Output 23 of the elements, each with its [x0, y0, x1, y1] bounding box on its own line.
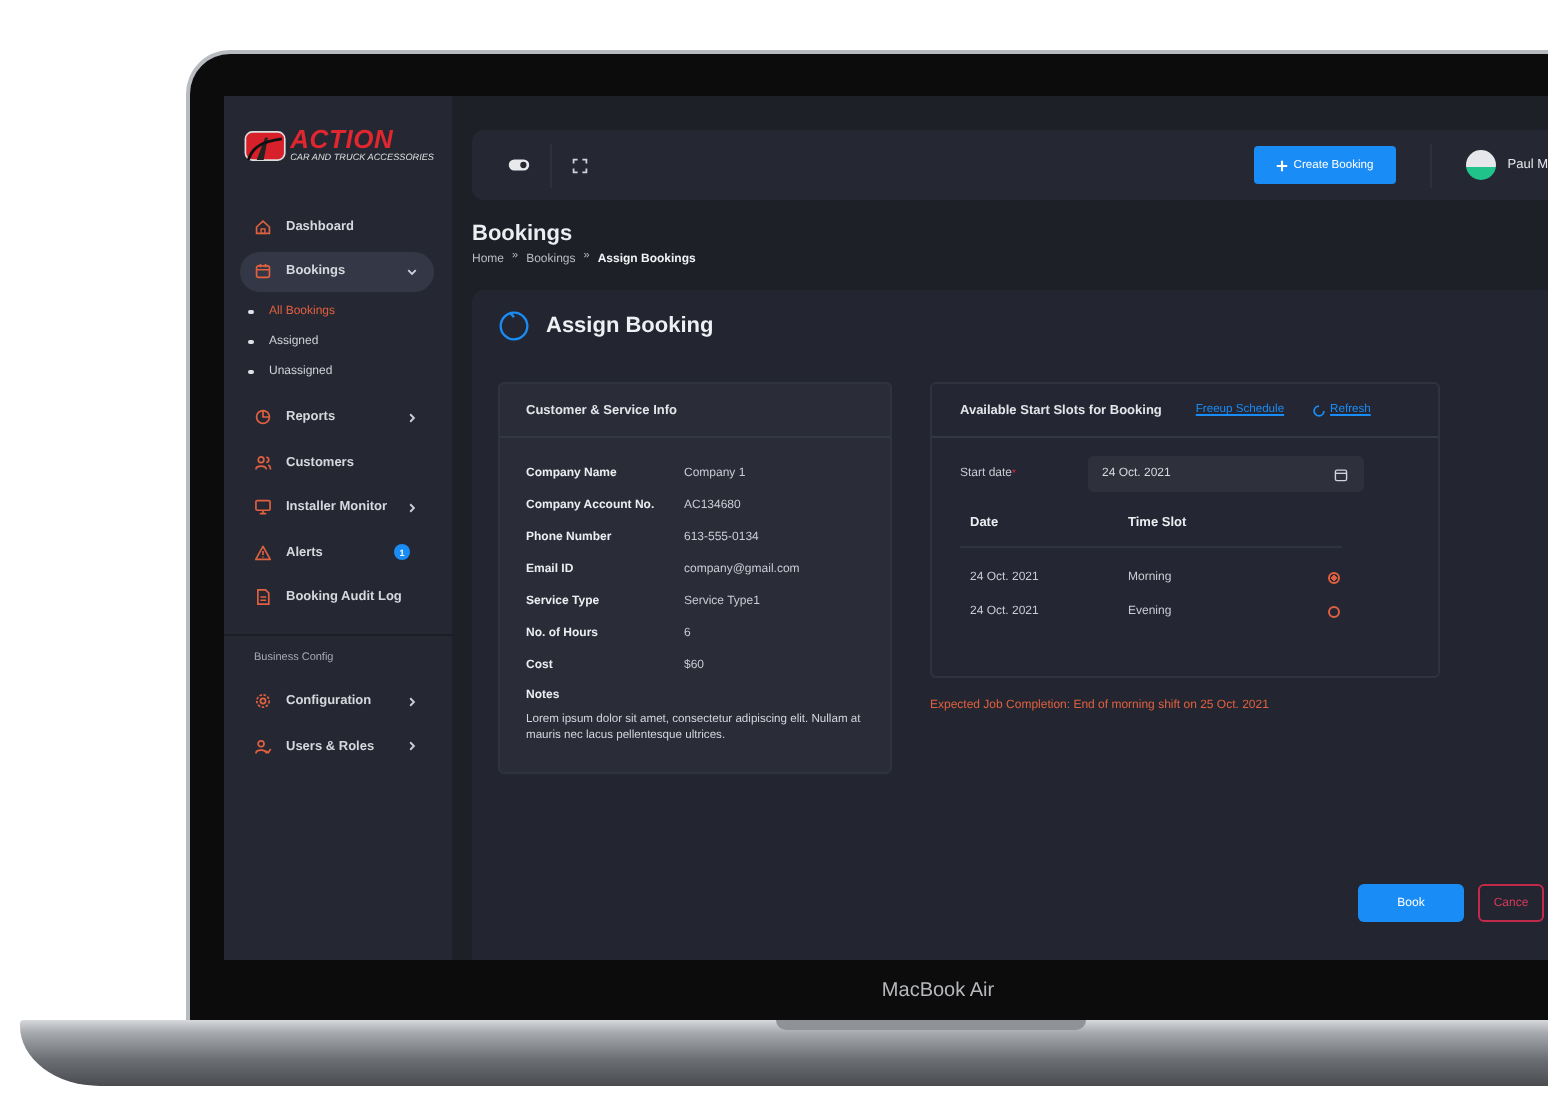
- calendar-icon[interactable]: [1334, 467, 1348, 481]
- road-logo-icon: [244, 126, 287, 166]
- device-label: MacBook Air: [881, 979, 995, 1001]
- document-icon: [254, 588, 272, 606]
- brand-name: ACTION: [290, 128, 394, 152]
- gear-icon: [254, 692, 272, 710]
- user-icon: [254, 737, 272, 755]
- plus-icon: [1275, 159, 1288, 171]
- monitor-icon: [254, 498, 272, 516]
- house-icon: [254, 217, 272, 235]
- radio-button[interactable]: [1328, 571, 1340, 583]
- warning-icon: [254, 543, 272, 561]
- card-title: Assign Booking: [546, 314, 714, 338]
- spinner-icon: [498, 310, 530, 342]
- page-title: Bookings: [472, 222, 575, 246]
- avatar[interactable]: [1465, 150, 1496, 180]
- pie-chart-icon: [254, 408, 272, 426]
- toggle-icon[interactable]: [508, 158, 530, 172]
- calendar-icon: [254, 262, 272, 280]
- fullscreen-icon[interactable]: [572, 157, 588, 173]
- users-icon: [254, 453, 272, 471]
- radio-button[interactable]: [1328, 605, 1340, 617]
- refresh-icon[interactable]: [1312, 403, 1327, 417]
